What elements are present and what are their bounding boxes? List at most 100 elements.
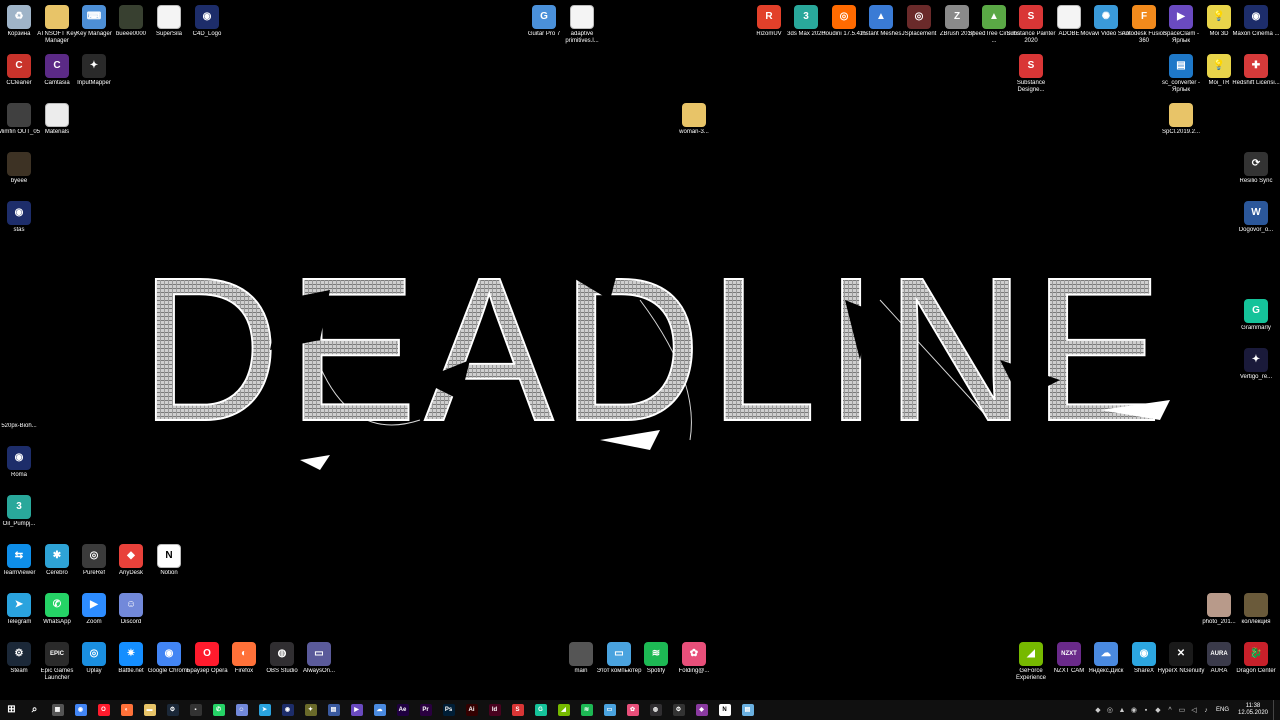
desktop-icon[interactable]: W Dogovor_o... — [1230, 201, 1280, 247]
taskbar-item[interactable]: ▶ — [345, 700, 368, 720]
language-indicator[interactable]: ENG — [1212, 707, 1233, 713]
zoom-icon: ▶ — [82, 593, 106, 617]
taskbar-item[interactable]: ⚙ — [161, 700, 184, 720]
discord-taskbar-icon: ▪ — [189, 704, 202, 716]
ccleaner-icon: C — [7, 54, 31, 78]
taskbar-item[interactable]: ▭ — [598, 700, 621, 720]
camtasia-icon: C — [45, 54, 69, 78]
image-file-icon — [1244, 593, 1268, 617]
desktop-icon-label: woman-3... — [679, 129, 709, 135]
taskbar-item[interactable]: ☺ — [230, 700, 253, 720]
app-icon: ▤ — [327, 704, 340, 716]
desktop-icon-label: Resilio Sync — [1239, 178, 1273, 184]
desktop-icon[interactable]: ✦ Vertigo_re... — [1230, 348, 1280, 394]
taskbar-item[interactable]: ✿ — [621, 700, 644, 720]
desktop-icon[interactable]: Materials — [31, 103, 83, 149]
desktop-icon[interactable]: ◉ C4D_Logo — [181, 5, 233, 51]
taskbar-item[interactable]: ➤ — [253, 700, 276, 720]
show-desktop-button[interactable] — [1273, 700, 1280, 720]
taskbar-item[interactable]: G — [529, 700, 552, 720]
taskbar-item[interactable]: ▤ — [736, 700, 759, 720]
desktop-icon[interactable]: ◉ Maxon Cinema ... — [1230, 5, 1280, 51]
taskbar-item[interactable]: ▦ — [46, 700, 69, 720]
desktop-icon[interactable]: ✦ InputMapper — [68, 54, 120, 100]
desktop-icon-label: Dragon Center — [1236, 668, 1276, 674]
taskbar-item[interactable]: ◆ — [690, 700, 713, 720]
zip-folder-icon — [1169, 103, 1193, 127]
substance-painter-icon: S — [1019, 5, 1043, 29]
taskbar-item[interactable]: ✆ — [207, 700, 230, 720]
desktop-icon[interactable]: ☺ Discord — [105, 593, 157, 639]
desktop-icon[interactable]: коллекция — [1230, 593, 1280, 639]
taskbar-item[interactable]: Id — [483, 700, 506, 720]
desktop-icon[interactable]: adaptive primitives.l... — [556, 5, 608, 51]
taskbar-item[interactable]: ✦ — [299, 700, 322, 720]
taskbar-item[interactable]: ⊞ — [0, 700, 23, 720]
movavi-icon: ✺ — [1094, 5, 1118, 29]
tray-icon-6[interactable]: ◆ — [1152, 700, 1164, 720]
tray-icon-1[interactable]: ◆ — [1092, 700, 1104, 720]
nvidia-icon: ◢ — [557, 704, 570, 716]
desktop-icon[interactable]: ⟳ Resilio Sync — [1230, 152, 1280, 198]
after-effects-icon: Ae — [396, 704, 409, 716]
desktop-icon-label: коллекция — [1241, 619, 1271, 625]
taskbar-item[interactable]: S — [506, 700, 529, 720]
taskbar-item[interactable]: ◢ — [552, 700, 575, 720]
taskbar-item[interactable]: ≋ — [575, 700, 598, 720]
desktop-icon[interactable]: ✚ Redshift Licensi... — [1230, 54, 1280, 100]
dragon-center-icon: 🐉 — [1244, 642, 1268, 666]
desktop-icon[interactable]: G Grammarly — [1230, 299, 1280, 345]
clock[interactable]: 11:38 12.05.2020 — [1233, 703, 1273, 717]
this-pc-icon: ▭ — [603, 704, 616, 716]
this-pc-icon: ▭ — [607, 642, 631, 666]
chevron-up-icon[interactable]: ^ — [1164, 700, 1176, 720]
desktop-icon[interactable]: SpCl.2019.2... — [1155, 103, 1207, 149]
steam-icon: ⚙ — [7, 642, 31, 666]
desktop-icon[interactable]: 3 Oil_Pumpj... — [0, 495, 45, 541]
taskbar-item[interactable]: Pr — [414, 700, 437, 720]
notion-icon: N — [157, 544, 181, 568]
taskbar-item[interactable]: ⌕ — [23, 700, 46, 720]
desktop-icon[interactable]: 🐉 Dragon Center — [1230, 642, 1280, 688]
geforce-icon: ◢ — [1019, 642, 1043, 666]
desktop-icon[interactable]: 520px-Bioh... — [0, 397, 45, 443]
clock-time: 11:38 — [1245, 703, 1261, 709]
taskbar-item[interactable]: Ai — [460, 700, 483, 720]
network-icon[interactable]: ▭ — [1176, 700, 1188, 720]
taskbar-item[interactable]: ◉ — [69, 700, 92, 720]
image-file-icon — [7, 397, 31, 421]
desktop-icon[interactable]: N Notion — [143, 544, 195, 590]
taskbar-item[interactable]: ◍ — [644, 700, 667, 720]
taskbar-item[interactable]: ▬ — [138, 700, 161, 720]
calculator-icon: ▦ — [51, 704, 64, 716]
tray-icon-4[interactable]: ◉ — [1128, 700, 1140, 720]
taskbar-item[interactable]: ☁ — [368, 700, 391, 720]
desktop-icon[interactable]: S Substance Designe... — [1005, 54, 1057, 100]
tray-icon-5[interactable]: ▪ — [1140, 700, 1152, 720]
speaker-icon[interactable]: ♪ — [1200, 700, 1212, 720]
tray-icon-3[interactable]: ▲ — [1116, 700, 1128, 720]
taskbar-item[interactable]: ⚙ — [667, 700, 690, 720]
taskbar-item[interactable]: Ps — [437, 700, 460, 720]
tray-icon-2[interactable]: ◎ — [1104, 700, 1116, 720]
desktop-icon[interactable]: byeee — [0, 152, 45, 198]
firefox-icon: ◐ — [120, 704, 133, 716]
desktop-icon[interactable]: ◉ Roma — [0, 446, 45, 492]
desktop-icon[interactable]: woman-3... — [668, 103, 720, 149]
moi3d-icon: 💡 — [1207, 54, 1231, 78]
desktop-icon[interactable]: ◉ stas — [0, 201, 45, 247]
taskbar-item[interactable]: ◉ — [276, 700, 299, 720]
taskbar-item[interactable]: ◐ — [115, 700, 138, 720]
volume-icon[interactable]: ◁ — [1188, 700, 1200, 720]
taskbar-item[interactable]: Ae — [391, 700, 414, 720]
3dsmax-file-icon: 3 — [7, 495, 31, 519]
taskbar-item[interactable]: O — [92, 700, 115, 720]
obs-icon: ◍ — [649, 704, 662, 716]
desktop-icon-label: adaptive primitives.l... — [565, 31, 599, 44]
desktop-icon[interactable]: ▭ AlwaysOn... — [293, 642, 345, 688]
taskbar-item[interactable]: N — [713, 700, 736, 720]
desktop-icon-label: Redshift Licensi... — [1232, 80, 1280, 86]
desktop-icon[interactable]: ✿ Folding@... — [668, 642, 720, 688]
taskbar-item[interactable]: ▤ — [322, 700, 345, 720]
taskbar-item[interactable]: ▪ — [184, 700, 207, 720]
